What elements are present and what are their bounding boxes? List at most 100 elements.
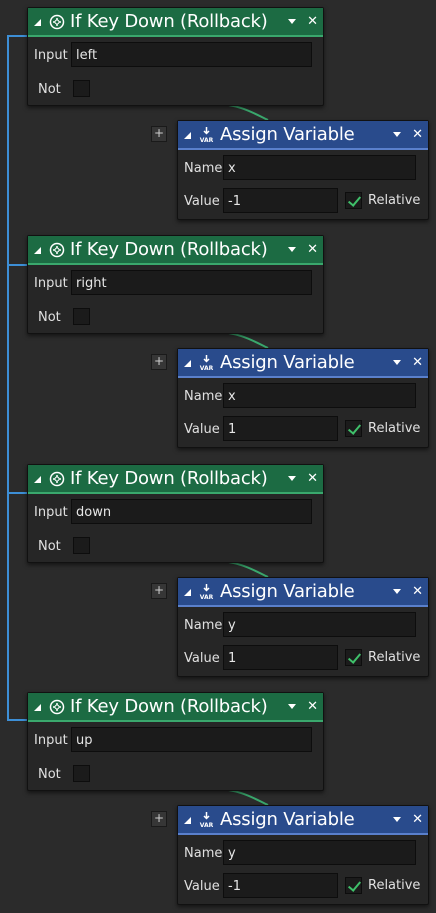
not-label: Not: [38, 766, 61, 782]
relative-checkbox[interactable]: [345, 649, 362, 666]
wire-2: [214, 331, 269, 349]
not-checkbox[interactable]: [73, 80, 90, 97]
name-field[interactable]: y: [223, 612, 416, 637]
close-icon[interactable]: ✕: [412, 128, 423, 141]
add-action-button[interactable]: +: [151, 811, 167, 827]
dropdown-arrow-icon[interactable]: [288, 476, 297, 481]
node-title: Assign Variable: [220, 352, 355, 373]
gamepad-icon: [48, 241, 65, 258]
relative-label: Relative: [368, 650, 421, 665]
node-title: Assign Variable: [220, 809, 355, 830]
dropdown-arrow-icon[interactable]: [393, 589, 402, 594]
input-field[interactable]: right: [71, 270, 312, 295]
node-title: If Key Down (Rollback): [70, 11, 268, 32]
relative-label: Relative: [368, 193, 421, 208]
var-node-header[interactable]: VAR Assign Variable ✕: [178, 806, 428, 835]
if-node-header[interactable]: If Key Down (Rollback) ✕: [28, 236, 323, 265]
name-field[interactable]: x: [223, 383, 416, 408]
input-field[interactable]: down: [71, 499, 312, 524]
node-title: Assign Variable: [220, 124, 355, 145]
var-icon: VAR: [198, 126, 215, 143]
not-label: Not: [38, 81, 61, 97]
gamepad-icon: [48, 470, 65, 487]
relative-label: Relative: [368, 421, 421, 436]
relative-checkbox[interactable]: [345, 192, 362, 209]
collapse-triangle-icon[interactable]: [184, 360, 191, 367]
if-node-header[interactable]: If Key Down (Rollback) ✕: [28, 465, 323, 494]
close-icon[interactable]: ✕: [307, 243, 318, 256]
collapse-triangle-icon[interactable]: [34, 19, 41, 26]
not-label: Not: [38, 309, 61, 325]
gamepad-icon: [48, 698, 65, 715]
value-label: Value: [184, 193, 220, 209]
assign-variable-node-2[interactable]: VAR Assign Variable ✕ Name x Value 1 Rel…: [177, 348, 429, 448]
node-title: If Key Down (Rollback): [70, 696, 268, 717]
svg-text:VAR: VAR: [200, 822, 214, 828]
value-label: Value: [184, 878, 220, 894]
close-icon[interactable]: ✕: [307, 472, 318, 485]
input-field[interactable]: left: [71, 42, 312, 67]
relative-checkbox[interactable]: [345, 877, 362, 894]
input-label: Input: [34, 47, 68, 63]
name-label: Name: [184, 845, 223, 861]
dropdown-arrow-icon[interactable]: [288, 704, 297, 709]
wire-3: [214, 560, 269, 578]
if-key-down-node-1[interactable]: If Key Down (Rollback) ✕ Input left Not: [27, 7, 324, 106]
close-icon[interactable]: ✕: [412, 585, 423, 598]
name-field[interactable]: x: [223, 155, 416, 180]
name-label: Name: [184, 617, 223, 633]
assign-variable-node-4[interactable]: VAR Assign Variable ✕ Name y Value -1 Re…: [177, 805, 429, 905]
name-label: Name: [184, 160, 223, 176]
var-node-header[interactable]: VAR Assign Variable ✕: [178, 578, 428, 607]
if-key-down-node-3[interactable]: If Key Down (Rollback) ✕ Input down Not: [27, 464, 324, 563]
dropdown-arrow-icon[interactable]: [288, 19, 297, 24]
add-action-button[interactable]: +: [151, 354, 167, 370]
assign-variable-node-1[interactable]: VAR Assign Variable ✕ Name x Value -1 Re…: [177, 120, 429, 220]
value-field[interactable]: 1: [223, 645, 338, 670]
close-icon[interactable]: ✕: [412, 356, 423, 369]
not-checkbox[interactable]: [73, 765, 90, 782]
collapse-triangle-icon[interactable]: [34, 247, 41, 254]
value-label: Value: [184, 421, 220, 437]
close-icon[interactable]: ✕: [307, 700, 318, 713]
collapse-triangle-icon[interactable]: [34, 704, 41, 711]
wire-1: [214, 103, 269, 121]
close-icon[interactable]: ✕: [307, 15, 318, 28]
relative-label: Relative: [368, 878, 421, 893]
var-node-header[interactable]: VAR Assign Variable ✕: [178, 121, 428, 150]
input-field[interactable]: up: [71, 727, 312, 752]
bracket-line: [7, 35, 27, 721]
relative-checkbox[interactable]: [345, 420, 362, 437]
var-icon: VAR: [198, 583, 215, 600]
input-label: Input: [34, 732, 68, 748]
var-node-header[interactable]: VAR Assign Variable ✕: [178, 349, 428, 378]
not-checkbox[interactable]: [73, 537, 90, 554]
add-action-button[interactable]: +: [151, 583, 167, 599]
close-icon[interactable]: ✕: [412, 813, 423, 826]
collapse-triangle-icon[interactable]: [184, 132, 191, 139]
dropdown-arrow-icon[interactable]: [393, 817, 402, 822]
value-field[interactable]: 1: [223, 416, 338, 441]
if-node-header[interactable]: If Key Down (Rollback) ✕: [28, 693, 323, 722]
assign-variable-node-3[interactable]: VAR Assign Variable ✕ Name y Value 1 Rel…: [177, 577, 429, 677]
collapse-triangle-icon[interactable]: [184, 817, 191, 824]
not-checkbox[interactable]: [73, 308, 90, 325]
add-action-button[interactable]: +: [151, 126, 167, 142]
dropdown-arrow-icon[interactable]: [393, 132, 402, 137]
dropdown-arrow-icon[interactable]: [288, 247, 297, 252]
if-node-header[interactable]: If Key Down (Rollback) ✕: [28, 8, 323, 37]
svg-text:VAR: VAR: [200, 137, 214, 143]
if-key-down-node-2[interactable]: If Key Down (Rollback) ✕ Input right Not: [27, 235, 324, 334]
collapse-triangle-icon[interactable]: [34, 476, 41, 483]
gamepad-icon: [48, 13, 65, 30]
value-label: Value: [184, 650, 220, 666]
input-label: Input: [34, 504, 68, 520]
name-field[interactable]: y: [223, 840, 416, 865]
value-field[interactable]: -1: [223, 188, 338, 213]
name-label: Name: [184, 388, 223, 404]
node-title: If Key Down (Rollback): [70, 239, 268, 260]
dropdown-arrow-icon[interactable]: [393, 360, 402, 365]
value-field[interactable]: -1: [223, 873, 338, 898]
if-key-down-node-4[interactable]: If Key Down (Rollback) ✕ Input up Not: [27, 692, 324, 791]
collapse-triangle-icon[interactable]: [184, 589, 191, 596]
